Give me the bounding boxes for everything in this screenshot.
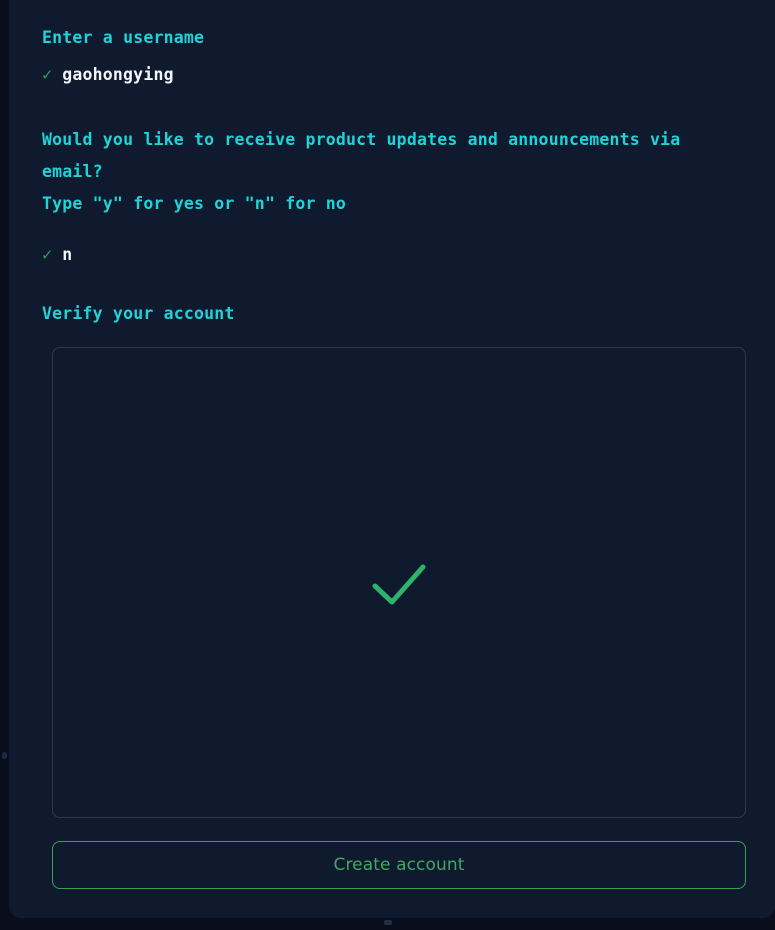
check-icon: ✓ bbox=[42, 65, 53, 85]
username-value: gaohongying bbox=[62, 65, 174, 84]
username-answer-row: ✓ gaohongying bbox=[42, 60, 742, 90]
verification-widget[interactable] bbox=[52, 347, 746, 818]
sidebar-resize-handle[interactable] bbox=[2, 752, 7, 759]
left-accent-strip bbox=[0, 0, 9, 930]
verified-check-icon bbox=[372, 564, 426, 604]
step-verify: Verify your account bbox=[42, 298, 742, 330]
window-bottom-handle[interactable] bbox=[383, 920, 392, 925]
signup-card: Enter a username ✓ gaohongying Would you… bbox=[9, 0, 775, 918]
signup-terminal-screen: Enter a username ✓ gaohongying Would you… bbox=[0, 0, 775, 930]
step-product-updates: Would you like to receive product update… bbox=[42, 124, 742, 270]
product-updates-answer-row: ✓ n bbox=[42, 240, 742, 270]
product-updates-value: n bbox=[62, 245, 73, 264]
verify-prompt: Verify your account bbox=[42, 304, 235, 323]
step-username: Enter a username ✓ gaohongying bbox=[42, 22, 742, 90]
product-updates-prompt: Would you like to receive product update… bbox=[42, 130, 681, 213]
create-account-button[interactable]: Create account bbox=[52, 841, 746, 889]
check-icon: ✓ bbox=[42, 245, 53, 265]
username-prompt: Enter a username bbox=[42, 28, 205, 47]
